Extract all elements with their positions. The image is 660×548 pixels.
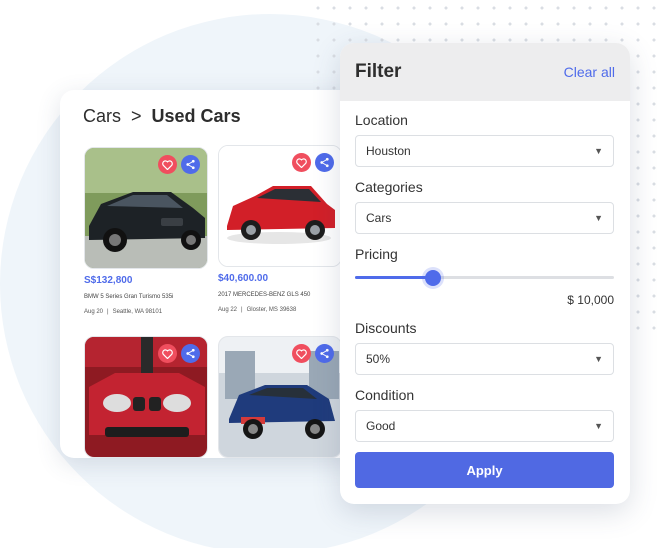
car-meta: Aug 20 | Seattle, WA 98101 — [84, 309, 163, 315]
car-price: $40,600.00 — [218, 273, 269, 284]
car-listing-item[interactable] — [84, 336, 208, 458]
heart-icon[interactable] — [292, 153, 311, 172]
car-location: Seattle, WA 98101 — [112, 309, 163, 315]
car-photo[interactable] — [218, 145, 342, 267]
heart-icon[interactable] — [158, 155, 177, 174]
pricing-label: Pricing — [355, 246, 398, 262]
filter-panel: Filter Clear all Location Houston ▼ Cate… — [340, 43, 630, 504]
apply-button[interactable]: Apply — [355, 452, 614, 488]
car-location: Gloster, MS 39638 — [246, 307, 297, 313]
location-label: Location — [355, 112, 408, 128]
chevron-down-icon: ▼ — [594, 354, 603, 364]
discounts-label: Discounts — [355, 320, 417, 336]
used-cars-listing-card: Cars > Used Cars S$132,800 BMW 5 Series Gr — [60, 90, 360, 458]
condition-label: Condition — [355, 387, 415, 403]
chevron-down-icon: ▼ — [594, 213, 603, 223]
breadcrumb: Cars > Used Cars — [83, 106, 241, 127]
car-price: S$132,800 — [84, 275, 133, 286]
car-meta: Aug 22 | Gloster, MS 39638 — [218, 307, 297, 313]
location-select[interactable]: Houston ▼ — [355, 135, 614, 167]
car-date: Aug 20 — [84, 309, 104, 315]
slider-thumb[interactable] — [424, 270, 441, 286]
chevron-down-icon: ▼ — [594, 421, 603, 431]
breadcrumb-current: Used Cars — [151, 106, 241, 126]
location-value: Houston — [366, 144, 411, 158]
car-photo[interactable] — [84, 336, 208, 458]
car-listing-item[interactable] — [218, 336, 342, 458]
car-date: Aug 22 — [218, 307, 238, 313]
heart-icon[interactable] — [292, 344, 311, 363]
clear-all-link[interactable]: Clear all — [564, 64, 615, 80]
filter-title: Filter — [355, 61, 402, 82]
share-icon[interactable] — [181, 344, 200, 363]
condition-select[interactable]: Good ▼ — [355, 410, 614, 442]
slider-fill — [355, 276, 433, 279]
condition-value: Good — [366, 419, 396, 433]
pricing-value: $ 10,000 — [567, 293, 614, 307]
share-icon[interactable] — [181, 155, 200, 174]
chevron-down-icon: ▼ — [594, 146, 603, 156]
car-listing-item[interactable]: S$132,800 BMW 5 Series Gran Turismo 535i… — [84, 147, 208, 315]
car-name[interactable]: BMW 5 Series Gran Turismo 535i — [84, 294, 208, 300]
car-photo[interactable] — [84, 147, 208, 269]
breadcrumb-separator: > — [131, 106, 142, 126]
categories-select[interactable]: Cars ▼ — [355, 202, 614, 234]
car-name[interactable]: 2017 MERCEDES-BENZ GLS 450 — [218, 292, 342, 298]
categories-value: Cars — [366, 211, 392, 225]
filter-header: Filter Clear all — [340, 43, 630, 101]
car-listing-item[interactable]: $40,600.00 2017 MERCEDES-BENZ GLS 450 Au… — [218, 145, 342, 313]
discounts-select[interactable]: 50% ▼ — [355, 343, 614, 375]
discounts-value: 50% — [366, 352, 391, 366]
pricing-slider[interactable] — [355, 270, 614, 286]
heart-icon[interactable] — [158, 344, 177, 363]
car-photo[interactable] — [218, 336, 342, 458]
breadcrumb-root[interactable]: Cars — [83, 106, 121, 126]
categories-label: Categories — [355, 179, 423, 195]
share-icon[interactable] — [315, 344, 334, 363]
share-icon[interactable] — [315, 153, 334, 172]
